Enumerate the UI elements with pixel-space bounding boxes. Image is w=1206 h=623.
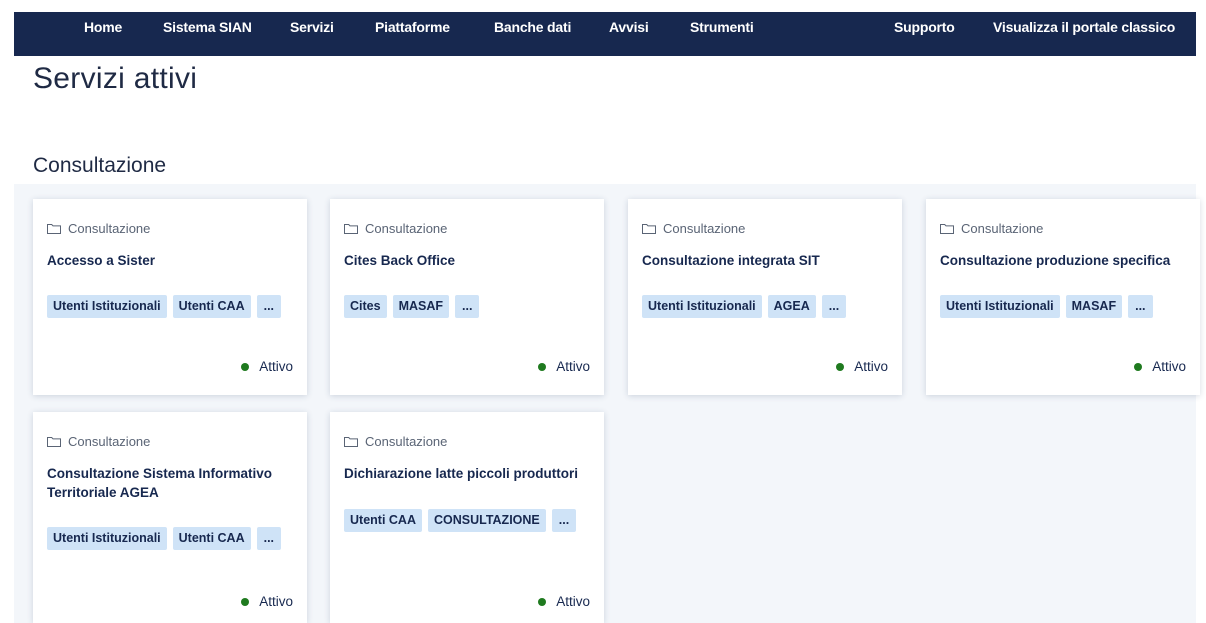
card-tags: Utenti Istituzionali AGEA ... — [642, 295, 847, 318]
card-category: Consultazione — [47, 221, 150, 236]
card-tags: Cites MASAF ... — [344, 295, 480, 318]
nav-portale-classico[interactable]: Visualizza il portale classico — [993, 12, 1175, 56]
folder-icon — [344, 437, 358, 447]
service-card[interactable]: Consultazione Consultazione produzione s… — [926, 199, 1200, 395]
status-dot-icon — [836, 362, 845, 371]
tag-more-button[interactable]: ... — [455, 295, 480, 318]
tag: CONSULTAZIONE — [427, 509, 546, 532]
card-title: Cites Back Office — [344, 253, 456, 268]
nav-servizi[interactable]: Servizi — [290, 12, 334, 56]
service-card[interactable]: Consultazione Accesso a Sister Utenti Is… — [33, 199, 307, 395]
status-label: Attivo — [1152, 359, 1186, 374]
page-title: Servizi attivi — [33, 62, 198, 95]
status-dot-icon — [241, 362, 250, 371]
card-tags: Utenti Istituzionali Utenti CAA ... — [47, 527, 282, 550]
folder-icon — [344, 224, 358, 234]
card-tags: Utenti Istituzionali MASAF ... — [940, 295, 1153, 318]
top-navbar: Home Sistema SIAN Servizi Piattaforme Ba… — [14, 12, 1196, 56]
tag: Utenti CAA — [344, 509, 422, 532]
folder-icon — [47, 224, 61, 234]
tag-more-button[interactable]: ... — [551, 509, 577, 532]
status-dot-icon — [538, 362, 547, 371]
section-title: Consultazione — [33, 154, 167, 177]
card-category-label: Consultazione — [365, 434, 448, 449]
card-title: Dichiarazione latte piccoli produttori — [344, 466, 579, 481]
tag: MASAF — [1065, 295, 1123, 318]
nav-strumenti[interactable]: Strumenti — [690, 12, 754, 56]
tag: Utenti CAA — [172, 527, 251, 550]
tag-more-button[interactable]: ... — [256, 295, 282, 318]
tag: Utenti CAA — [172, 295, 251, 318]
status-badge: Attivo — [836, 359, 888, 374]
card-category: Consultazione — [940, 221, 1043, 236]
status-label: Attivo — [556, 594, 590, 609]
tag: Utenti Istituzionali — [47, 295, 167, 318]
card-title: Consultazione produzione specifica — [940, 253, 1171, 268]
card-tags: Utenti CAA CONSULTAZIONE ... — [344, 509, 577, 532]
card-category-label: Consultazione — [365, 221, 448, 236]
nav-sistema-sian[interactable]: Sistema SIAN — [163, 12, 252, 56]
status-badge: Attivo — [241, 594, 293, 609]
status-label: Attivo — [259, 594, 293, 609]
nav-supporto[interactable]: Supporto — [894, 12, 955, 56]
nav-banche-dati[interactable]: Banche dati — [494, 12, 571, 56]
service-card[interactable]: Consultazione Consultazione integrata SI… — [628, 199, 902, 395]
card-tags: Utenti Istituzionali Utenti CAA ... — [47, 295, 282, 318]
nav-avvisi[interactable]: Avvisi — [609, 12, 649, 56]
status-dot-icon — [1134, 362, 1143, 371]
service-card[interactable]: Consultazione Cites Back Office Cites MA… — [330, 199, 604, 395]
card-category-label: Consultazione — [663, 221, 746, 236]
folder-icon — [642, 224, 656, 234]
status-badge: Attivo — [538, 359, 590, 374]
service-card[interactable]: Consultazione Consultazione Sistema Info… — [33, 412, 307, 623]
tag-more-button[interactable]: ... — [256, 527, 282, 550]
tag: Utenti Istituzionali — [47, 527, 167, 550]
tag: MASAF — [392, 295, 450, 318]
card-title: Accesso a Sister — [47, 253, 156, 268]
card-category-label: Consultazione — [68, 434, 151, 449]
status-label: Attivo — [259, 359, 293, 374]
card-category: Consultazione — [47, 434, 150, 449]
tag-more-button[interactable]: ... — [1128, 295, 1153, 318]
card-title: Consultazione integrata SIT — [642, 253, 820, 268]
status-dot-icon — [241, 597, 250, 606]
card-category-label: Consultazione — [961, 221, 1044, 236]
service-card[interactable]: Consultazione Dichiarazione latte piccol… — [330, 412, 604, 623]
status-label: Attivo — [854, 359, 888, 374]
tag: Cites — [344, 295, 387, 318]
tag-more-button[interactable]: ... — [821, 295, 847, 318]
card-category: Consultazione — [344, 434, 447, 449]
folder-icon — [47, 437, 61, 447]
nav-home[interactable]: Home — [84, 12, 122, 56]
tag: AGEA — [767, 295, 816, 318]
tag: Utenti Istituzionali — [642, 295, 762, 318]
status-dot-icon — [538, 597, 547, 606]
status-label: Attivo — [556, 359, 590, 374]
card-title: Consultazione Sistema Informativo Territ… — [47, 466, 273, 500]
card-category: Consultazione — [344, 221, 447, 236]
status-badge: Attivo — [538, 594, 590, 609]
status-badge: Attivo — [241, 359, 293, 374]
card-category-label: Consultazione — [68, 221, 151, 236]
tag: Utenti Istituzionali — [940, 295, 1060, 318]
nav-piattaforme[interactable]: Piattaforme — [375, 12, 450, 56]
card-category: Consultazione — [642, 221, 745, 236]
status-badge: Attivo — [1134, 359, 1186, 374]
folder-icon — [940, 224, 954, 234]
